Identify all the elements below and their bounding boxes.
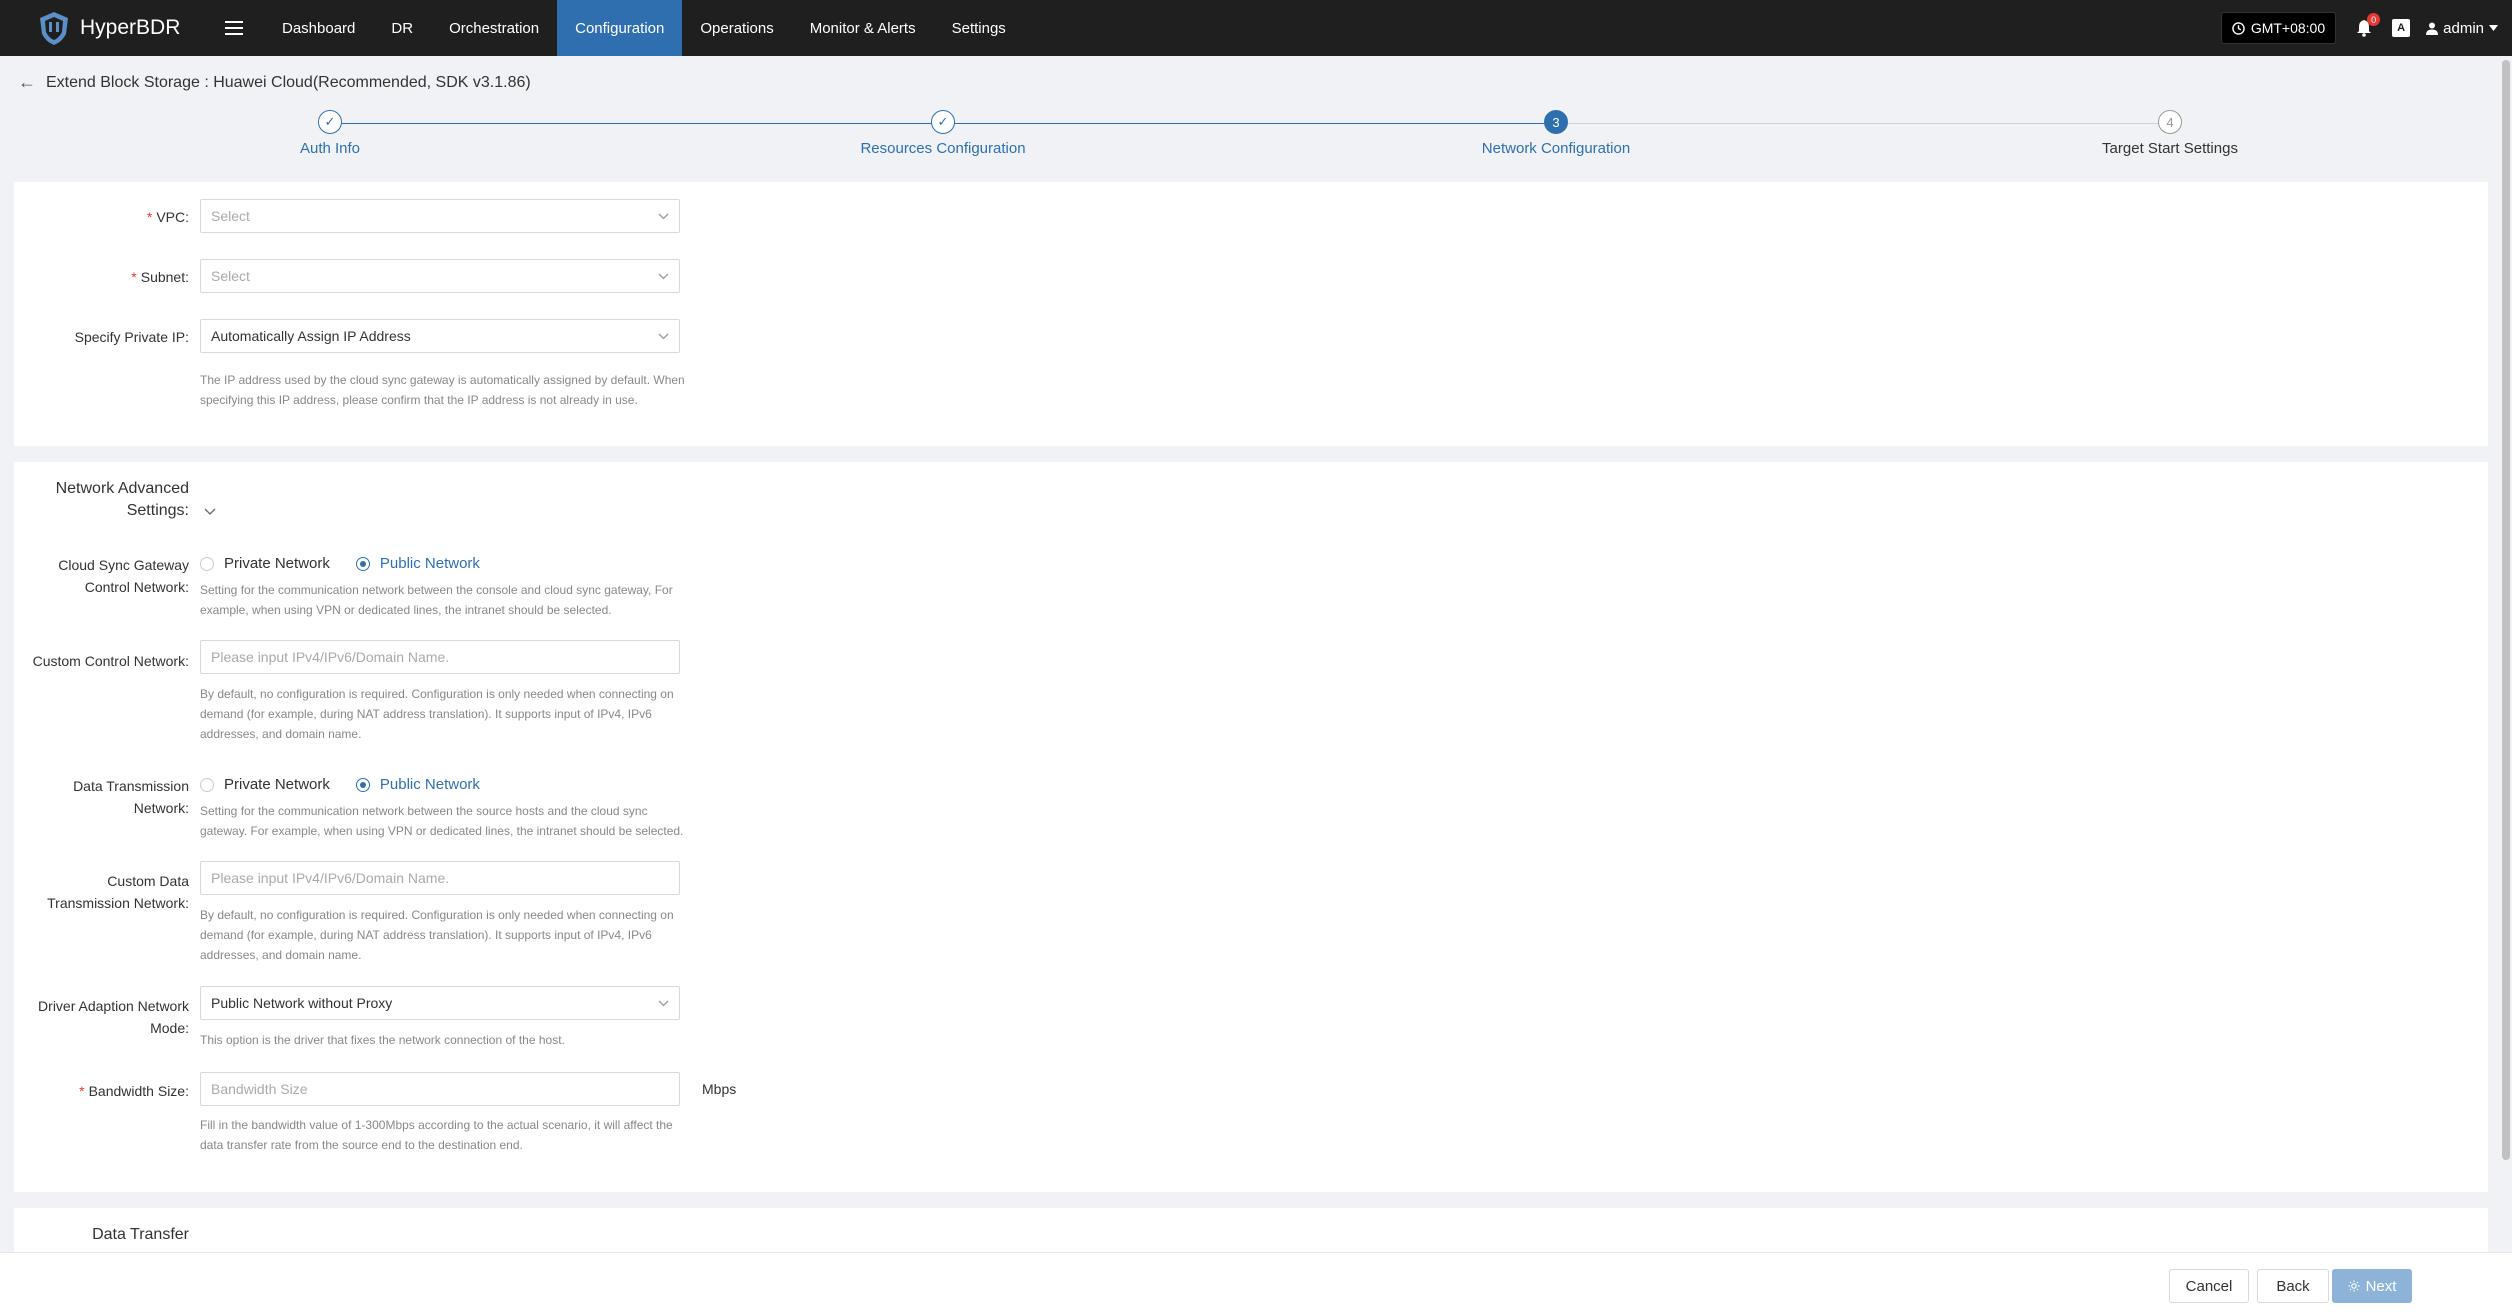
step-target-start-settings[interactable]: 4 Target Start Settings [2020,110,2320,157]
nav-orchestration[interactable]: Orchestration [431,0,557,56]
custom-data-network-label: Custom Data Transmission Network: [47,873,189,911]
radio-dot [200,777,214,792]
sun-loading-icon [2348,1280,2360,1292]
expand-chevron-icon[interactable] [204,508,216,516]
network-advanced-card: Network Advanced Settings: Cloud Sync Ga… [14,462,2488,1192]
next-label: Next [2365,1277,2397,1295]
step-2-label: Resources Configuration [860,140,1026,157]
app-name: HyperBDR [80,16,181,39]
control-network-radio-group: Private Network Public Network [200,555,480,572]
user-icon [2426,22,2439,35]
driver-mode-hint: This option is the driver that fixes the… [200,1033,565,1047]
main-nav: Dashboard DR Orchestration Configuration… [264,0,1024,56]
chevron-down-icon [658,273,669,279]
menu-toggle-button[interactable] [216,10,252,46]
required-mark: * [146,209,153,225]
step-resources-configuration[interactable]: ✓ Resources Configuration [793,110,1093,157]
network-config-card: * VPC: Select * Subnet: Select Specify Pri… [14,182,2488,446]
nav-settings[interactable]: Settings [934,0,1024,56]
wizard-steps: ✓ Auth Info ✓ Resources Configuration 3 … [0,110,2512,164]
clock-icon [2232,21,2245,35]
notification-count-badge: 0 [2367,13,2381,26]
custom-control-network-label: Custom Control Network: [32,653,189,669]
radio-dot [200,556,214,571]
driver-mode-select[interactable]: Public Network without Proxy [200,986,680,1020]
top-nav-bar: HyperBDR Dashboard DR Orchestration Conf… [0,0,2512,56]
step-3-number: 3 [1544,110,1568,134]
notifications-button[interactable]: 0 [2352,13,2381,40]
vpc-placeholder: Select [211,208,250,224]
control-network-hint: Setting for the communication network be… [200,583,673,617]
nav-dr[interactable]: DR [373,0,431,56]
data-private-network-radio[interactable]: Private Network [200,776,330,793]
app-logo[interactable]: HyperBDR [36,10,206,46]
custom-data-network-hint: By default, no configuration is required… [200,908,674,962]
subnet-placeholder: Select [211,268,250,284]
vpc-select[interactable]: Select [200,199,680,233]
step-1-check-icon: ✓ [318,110,342,134]
language-icon[interactable]: A [2392,19,2411,37]
subnet-label: * Subnet: [131,269,189,285]
custom-control-network-input[interactable]: Please input IPv4/IPv6/Domain Name. [200,640,680,674]
bandwidth-input[interactable]: Bandwidth Size [200,1072,680,1106]
user-name: admin [2443,19,2484,37]
private-ip-hint: The IP address used by the cloud sync ga… [200,373,685,407]
nav-monitor-alerts[interactable]: Monitor & Alerts [792,0,934,56]
control-public-network-radio[interactable]: Public Network [355,555,480,572]
bandwidth-unit: Mbps [702,1081,737,1097]
hamburger-icon [225,21,243,35]
custom-data-network-input[interactable]: Please input IPv4/IPv6/Domain Name. [200,861,680,895]
timezone-selector[interactable]: GMT+08:00 [2220,12,2337,44]
nav-dashboard[interactable]: Dashboard [264,0,373,56]
next-button[interactable]: Next [2332,1269,2412,1303]
data-network-hint: Setting for the communication network be… [200,804,684,838]
user-menu[interactable]: admin [2426,20,2498,37]
required-mark: * [79,1083,85,1099]
wizard-footer: Cancel Back Next [0,1252,2512,1314]
bandwidth-label: * Bandwidth Size: [79,1083,189,1099]
custom-control-network-hint: By default, no configuration is required… [200,687,674,741]
data-public-network-radio[interactable]: Public Network [355,776,480,793]
back-arrow-icon[interactable]: ← [18,72,36,93]
chevron-down-icon [658,1000,669,1006]
nav-operations[interactable]: Operations [682,0,791,56]
radio-dot [355,556,370,571]
nav-configuration[interactable]: Configuration [557,0,683,56]
required-mark: * [131,269,137,285]
step-auth-info[interactable]: ✓ Auth Info [180,110,480,157]
bandwidth-hint: Fill in the bandwidth value of 1-300Mbps… [200,1118,673,1152]
page-title: Extend Block Storage : Huawei Cloud(Reco… [46,73,531,91]
private-ip-select[interactable]: Automatically Assign IP Address [200,319,680,353]
step-4-label: Target Start Settings [2102,140,2238,157]
step-3-label: Network Configuration [1481,140,1631,157]
control-private-network-radio[interactable]: Private Network [200,555,330,572]
shield-logo-icon [40,12,68,45]
data-transfer-title: Data Transfer [92,1226,189,1243]
caret-down-icon [2489,25,2498,31]
step-network-configuration[interactable]: 3 Network Configuration [1406,110,1706,157]
vpc-label: * VPC: [146,209,189,225]
control-network-label: Cloud Sync Gateway Control Network: [58,557,189,595]
data-network-label: Data Transmission Network: [73,778,189,816]
chevron-down-icon [658,213,669,219]
driver-mode-label: Driver Adaption Network Mode: [38,998,189,1036]
private-ip-value: Automatically Assign IP Address [211,328,411,344]
timezone-label: GMT+08:00 [2250,20,2326,36]
data-network-radio-group: Private Network Public Network [200,776,480,793]
data-transfer-card: Data Transfer [14,1208,2488,1252]
advanced-settings-title: Network Advanced Settings: [55,480,189,519]
step-1-label: Auth Info [299,140,361,157]
chevron-down-icon [658,333,669,339]
cancel-button[interactable]: Cancel [2169,1269,2249,1303]
page-scrollbar[interactable] [2502,60,2510,1160]
step-4-number: 4 [2158,110,2182,134]
page-header: ← Extend Block Storage : Huawei Cloud(Re… [18,72,531,93]
radio-dot [355,777,370,792]
step-2-check-icon: ✓ [931,110,955,134]
subnet-select[interactable]: Select [200,259,680,293]
private-ip-label: Specify Private IP: [74,329,189,345]
back-button[interactable]: Back [2257,1269,2329,1303]
